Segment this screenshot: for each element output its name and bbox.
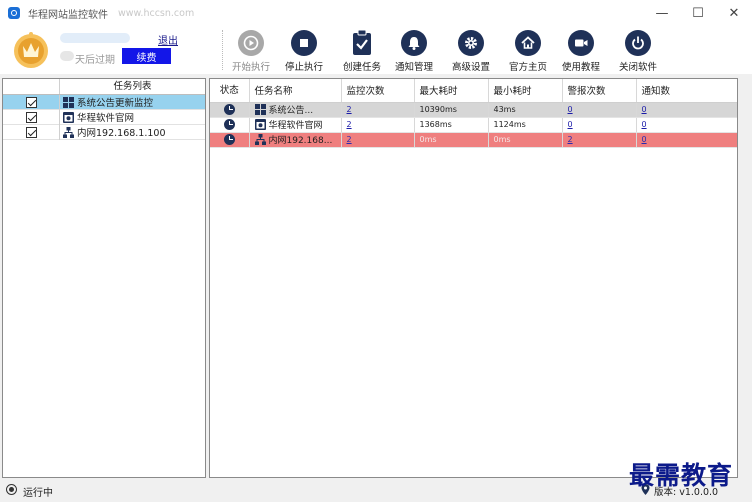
task-checkbox[interactable]: [25, 111, 37, 123]
maximize-button[interactable]: ☐: [680, 0, 716, 26]
task-list-item[interactable]: 内网192.168.1.100: [3, 124, 205, 140]
notices-link[interactable]: 0: [642, 120, 647, 129]
row-task-name: 华程软件官网: [268, 121, 323, 131]
column-header-status[interactable]: 状态: [210, 79, 250, 103]
clipboard-check-icon: [349, 30, 375, 56]
min-time: 43ms: [488, 102, 563, 118]
bell-icon: [401, 30, 427, 56]
task-list-item[interactable]: 系统公告更新监控: [3, 94, 205, 110]
renew-button[interactable]: 续费: [122, 48, 171, 64]
task-name: 内网192.168.1.100: [77, 128, 166, 139]
monitor-table-panel: 状态 任务名称 监控次数 最大耗时 最小耗时 警报次数 通知数 系统公告... …: [209, 78, 738, 478]
minimize-button[interactable]: —: [644, 0, 680, 26]
table-header-row: 状态 任务名称 监控次数 最大耗时 最小耗时 警报次数 通知数: [210, 79, 737, 103]
username: [60, 33, 130, 43]
start-label: 开始执行: [231, 62, 270, 73]
toolbar-divider: [222, 30, 223, 70]
start-button[interactable]: 开始执行: [225, 30, 277, 73]
stop-label: 停止执行: [284, 62, 323, 73]
min-time: 1124ms: [488, 117, 563, 133]
create-task-label: 创建任务: [342, 62, 381, 73]
task-list-panel: 任务列表 系统公告更新监控 华程软件官网 内网192.168.1.100: [2, 78, 206, 478]
clock-icon: [223, 119, 235, 130]
cloud-icon: [60, 51, 74, 61]
task-checkbox[interactable]: [25, 96, 37, 108]
grid-icon: [63, 96, 74, 108]
tutorial-button[interactable]: 使用教程: [555, 30, 607, 73]
task-list-header: 任务列表: [3, 79, 205, 95]
max-time: 0ms: [414, 132, 489, 148]
alerts-link[interactable]: 0: [568, 120, 573, 129]
task-name: 华程软件官网: [77, 113, 135, 124]
min-time: 0ms: [488, 132, 563, 148]
column-header-alerts[interactable]: 警报次数: [562, 79, 637, 103]
play-icon: [238, 30, 264, 56]
running-indicator-icon: [6, 484, 17, 495]
notices-link[interactable]: 0: [642, 135, 647, 144]
column-header-min[interactable]: 最小耗时: [488, 79, 563, 103]
create-task-button[interactable]: 创建任务: [336, 30, 388, 73]
max-time: 10390ms: [414, 102, 489, 118]
stop-button[interactable]: 停止执行: [278, 30, 330, 73]
task-list-item[interactable]: 华程软件官网: [3, 109, 205, 125]
network-icon: [254, 134, 266, 145]
task-list-title: 任务列表: [113, 81, 152, 92]
clock-icon: [223, 134, 235, 145]
watermark-text: 最需教育: [629, 461, 734, 490]
count-link[interactable]: 2: [347, 105, 352, 114]
clock-icon: [223, 104, 235, 115]
exit-app-label: 关闭软件: [618, 62, 657, 73]
task-name: 系统公告更新监控: [77, 98, 154, 109]
expire-text: 天后过期: [75, 55, 115, 66]
gear-icon: [458, 30, 484, 56]
exit-app-button[interactable]: 关闭软件: [612, 30, 664, 73]
app-logo-icon: [8, 7, 20, 19]
web-icon: [254, 119, 266, 130]
column-header-notices[interactable]: 通知数: [636, 79, 737, 103]
table-row[interactable]: 华程软件官网 2 1368ms 1124ms 0 0: [210, 117, 737, 133]
row-task-name: 系统公告...: [268, 106, 314, 116]
logout-link[interactable]: 退出: [158, 32, 178, 47]
count-link[interactable]: 2: [347, 120, 352, 129]
column-header-name[interactable]: 任务名称: [249, 79, 342, 103]
alerts-link[interactable]: 0: [568, 105, 573, 114]
run-status: 运行中: [23, 488, 53, 499]
row-task-name: 内网192.168...: [268, 136, 333, 146]
title-bar: 华程网站监控软件 www.hccsn.com — ☐ ✕: [0, 0, 752, 26]
task-checkbox[interactable]: [25, 126, 37, 138]
close-window-button[interactable]: ✕: [716, 0, 752, 26]
monitor-table: 状态 任务名称 监控次数 最大耗时 最小耗时 警报次数 通知数 系统公告... …: [210, 79, 737, 148]
count-link[interactable]: 2: [347, 135, 352, 144]
column-header-count[interactable]: 监控次数: [341, 79, 415, 103]
video-icon: [568, 30, 594, 56]
alerts-link[interactable]: 2: [568, 135, 573, 144]
power-icon: [625, 30, 651, 56]
table-row[interactable]: 系统公告... 2 10390ms 43ms 0 0: [210, 102, 737, 118]
table-row[interactable]: 内网192.168... 2 0ms 0ms 2 0: [210, 132, 737, 148]
notification-button[interactable]: 通知管理: [388, 30, 440, 73]
notices-link[interactable]: 0: [642, 105, 647, 114]
homepage-label: 官方主页: [508, 62, 547, 73]
window-url: www.hccsn.com: [118, 7, 195, 19]
web-icon: [63, 111, 74, 123]
notification-label: 通知管理: [394, 62, 433, 73]
window-title: 华程网站监控软件: [28, 9, 108, 21]
stop-icon: [291, 30, 317, 56]
homepage-button[interactable]: 官方主页: [502, 30, 554, 73]
vip-badge-icon: [14, 32, 48, 68]
tutorial-label: 使用教程: [561, 62, 600, 73]
advanced-settings-button[interactable]: 高级设置: [445, 30, 497, 73]
max-time: 1368ms: [414, 117, 489, 133]
grid-icon: [254, 104, 266, 115]
advanced-settings-label: 高级设置: [451, 62, 490, 73]
home-icon: [515, 30, 541, 56]
network-icon: [63, 126, 74, 138]
column-header-max[interactable]: 最大耗时: [414, 79, 489, 103]
